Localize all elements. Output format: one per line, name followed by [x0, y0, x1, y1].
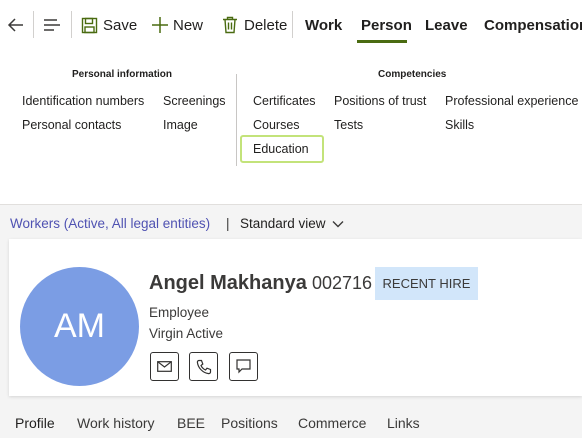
breadcrumb-separator: |	[226, 216, 230, 231]
menu-item-personal-contacts[interactable]: Personal contacts	[22, 118, 121, 132]
group-title-personal-information: Personal information	[72, 69, 173, 80]
menu-item-positions-of-trust[interactable]: Positions of trust	[334, 94, 426, 108]
tab-work-history[interactable]: Work history	[77, 415, 155, 431]
action-pane: Save New Delete Work Person Leave Compen…	[0, 0, 582, 50]
menu-item-tests[interactable]: Tests	[334, 118, 363, 132]
menu-item-education[interactable]: Education	[253, 142, 309, 156]
tab-person-label: Person	[361, 16, 412, 34]
options-menu-button[interactable]	[42, 0, 62, 50]
lines-menu-icon	[44, 19, 60, 31]
active-tab-indicator	[357, 40, 407, 43]
tab-bee[interactable]: BEE	[177, 415, 205, 431]
tab-commerce[interactable]: Commerce	[298, 415, 366, 431]
worker-header-card: AM Angel Makhanya 002716 RECENT HIRE Emp…	[9, 239, 582, 396]
tab-compensation[interactable]: Compensation	[484, 0, 582, 50]
menu-item-image[interactable]: Image	[163, 118, 198, 132]
tab-leave-label: Leave	[425, 16, 468, 34]
phone-icon	[196, 359, 211, 374]
call-button[interactable]	[189, 352, 218, 381]
tab-work-label: Work	[305, 16, 343, 34]
toolbar-divider	[292, 11, 293, 38]
menu-item-skills[interactable]: Skills	[445, 118, 474, 132]
delete-label: Delete	[244, 16, 288, 34]
back-button[interactable]	[6, 0, 26, 50]
save-label: Save	[103, 16, 138, 34]
group-divider	[236, 74, 237, 166]
view-selector-label: Standard view	[240, 216, 326, 231]
tab-links[interactable]: Links	[387, 415, 420, 431]
new-button[interactable]: New	[151, 0, 203, 50]
email-button[interactable]	[150, 352, 179, 381]
person-menu-flyout: Personal information Identification numb…	[0, 50, 582, 205]
back-arrow-icon	[7, 18, 23, 32]
save-button[interactable]: Save	[81, 0, 137, 50]
avatar-initials: AM	[54, 307, 105, 345]
toolbar-divider	[71, 11, 72, 38]
worker-company: Virgin Active	[149, 326, 224, 341]
group-title-competencies: Competencies	[378, 69, 447, 80]
chat-icon	[236, 359, 251, 374]
toolbar-divider	[33, 11, 34, 38]
trash-icon	[223, 16, 237, 34]
worker-name: Angel Makhanya	[149, 272, 307, 294]
tab-profile[interactable]: Profile	[15, 415, 55, 431]
menu-item-screenings[interactable]: Screenings	[163, 94, 226, 108]
tab-leave[interactable]: Leave	[425, 0, 468, 50]
new-label: New	[173, 16, 204, 34]
avatar: AM	[20, 267, 139, 386]
tab-work[interactable]: Work	[305, 0, 342, 50]
menu-item-professional-experience[interactable]: Professional experience	[445, 94, 578, 108]
worker-id: 002716	[312, 273, 373, 293]
mail-icon	[157, 361, 172, 372]
status-badge: RECENT HIRE	[375, 267, 478, 300]
worker-list-filter-link[interactable]: Workers (Active, All legal entities)	[10, 216, 210, 231]
save-icon	[81, 17, 98, 33]
chat-button[interactable]	[229, 352, 258, 381]
menu-item-identification-numbers[interactable]: Identification numbers	[22, 94, 144, 108]
delete-button[interactable]: Delete	[222, 0, 287, 50]
tab-compensation-label: Compensation	[484, 16, 582, 34]
chevron-down-icon	[332, 220, 344, 227]
plus-icon	[152, 17, 168, 33]
view-selector[interactable]: Standard view	[240, 216, 344, 231]
tab-positions[interactable]: Positions	[221, 415, 278, 431]
menu-item-courses[interactable]: Courses	[253, 118, 300, 132]
menu-item-certificates[interactable]: Certificates	[253, 94, 316, 108]
worker-type: Employee	[149, 305, 210, 320]
